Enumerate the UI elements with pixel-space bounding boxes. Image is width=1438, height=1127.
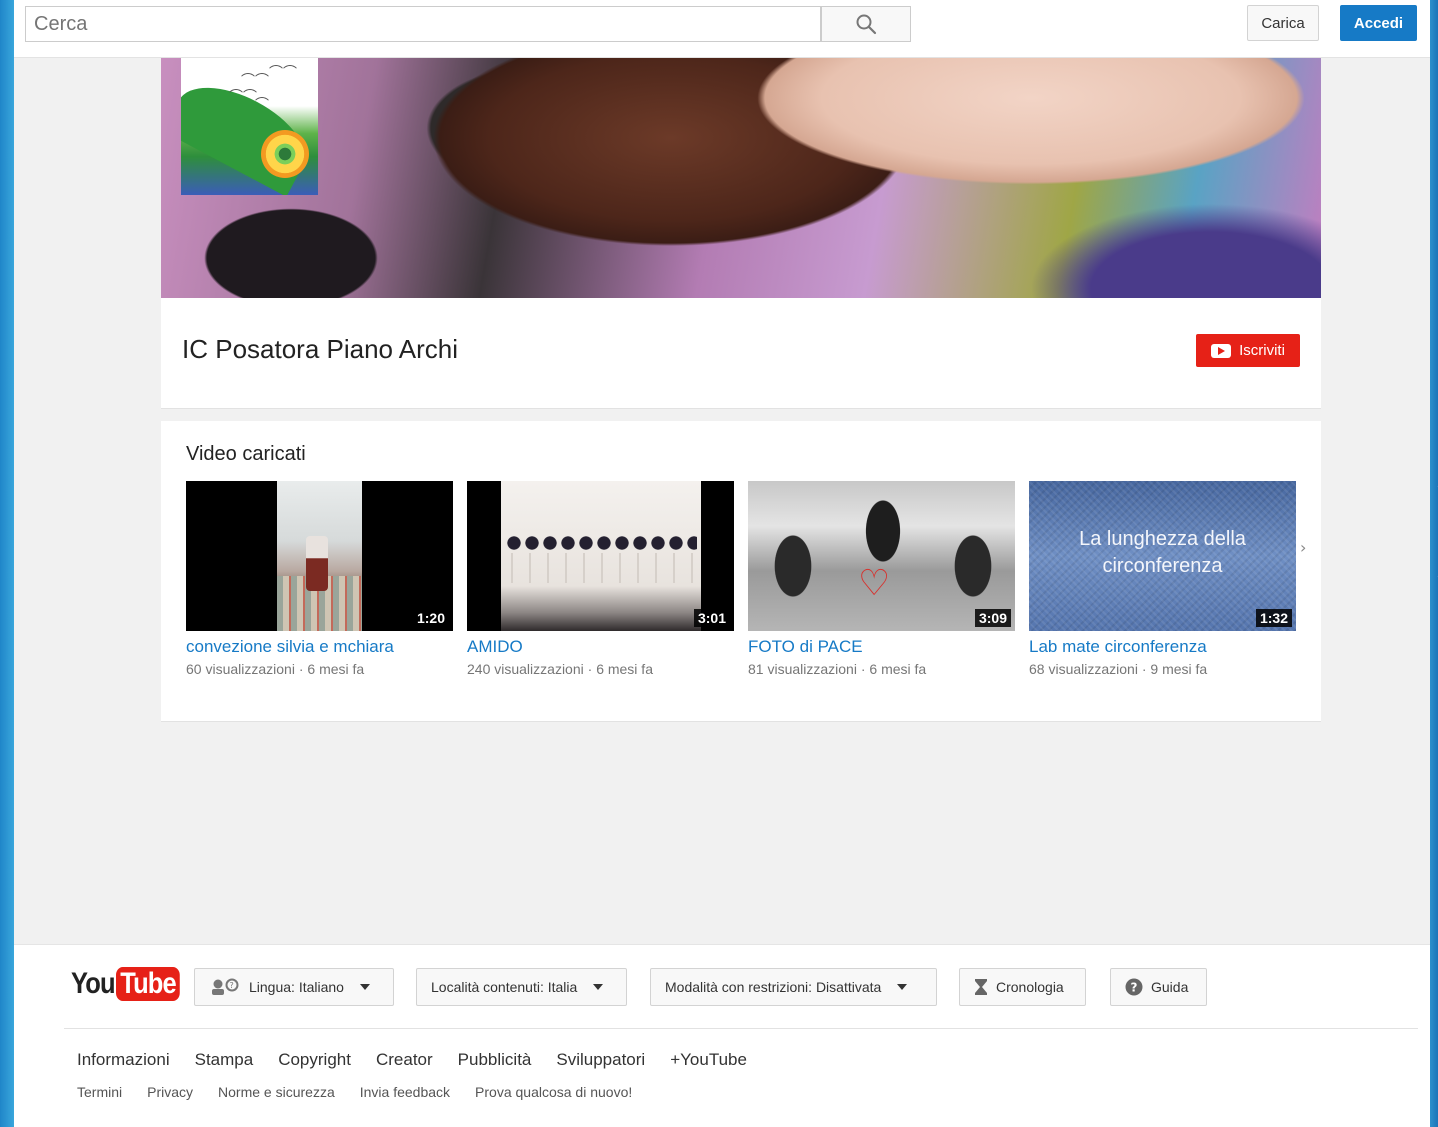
thumbnail-spoons [511, 553, 697, 583]
help-button[interactable]: ? Guida [1110, 968, 1207, 1006]
channel-logo[interactable]: ⌒⌒ ⌒⌒ ⌒⌒ ⌒ [181, 58, 318, 195]
chevron-right-icon[interactable]: › [1300, 538, 1306, 557]
subscribe-button[interactable]: Iscriviti [1196, 334, 1300, 367]
youtube-logo[interactable]: You Tube [71, 967, 192, 1001]
video-views: 60 visualizzazioni [186, 661, 295, 677]
sign-in-button[interactable]: Accedi [1340, 5, 1417, 41]
chevron-down-icon [359, 984, 370, 990]
footer-link-sviluppatori[interactable]: Sviluppatori [556, 1050, 645, 1070]
video-age: 9 mesi fa [1150, 661, 1208, 677]
youtube-play-icon [1211, 343, 1232, 358]
logo-you: You [71, 967, 116, 1000]
thumbnail-caption: La lunghezza della circonferenza [1079, 528, 1246, 577]
youtube-window: Carica Accedi ⌒⌒ ⌒⌒ ⌒⌒ ⌒ IC Posatora Pia… [14, 0, 1430, 1127]
video-age: 6 mesi fa [307, 661, 365, 677]
video-views: 240 visualizzazioni [467, 661, 584, 677]
channel-title[interactable]: IC Posatora Piano Archi [182, 334, 458, 365]
history-button[interactable]: Cronologia [959, 968, 1086, 1006]
video-thumbnail[interactable]: 1:20 [186, 481, 453, 631]
footer-link-stampa[interactable]: Stampa [195, 1050, 254, 1070]
search-input[interactable] [26, 7, 822, 41]
footer: You Tube ? Lingua: Italiano Località con… [14, 944, 1430, 1127]
chevron-down-icon [593, 984, 604, 990]
video-duration: 1:20 [412, 609, 449, 627]
video-item[interactable]: 1:20 convezione silvia e mchiara 60 visu… [186, 481, 453, 677]
masthead: Carica Accedi [14, 0, 1430, 58]
video-age: 6 mesi fa [869, 661, 927, 677]
video-thumbnail[interactable]: ♡ 3:09 [748, 481, 1015, 631]
search-box[interactable] [25, 6, 822, 42]
video-age: 6 mesi fa [596, 661, 653, 677]
language-icon: ? [212, 978, 239, 995]
search-icon [856, 14, 877, 35]
video-duration: 1:32 [1255, 609, 1292, 627]
logo-sun [261, 130, 309, 178]
location-label: Località contenuti: Italia [431, 979, 578, 995]
language-picker[interactable]: ? Lingua: Italiano [194, 968, 394, 1006]
help-label: Guida [1151, 979, 1189, 995]
subscribe-label: Iscriviti [1239, 342, 1285, 359]
footer-link-creator[interactable]: Creator [376, 1050, 433, 1070]
bird-icon: ⌒⌒ [229, 89, 257, 105]
video-meta: 240 visualizzazioni · 6 mesi fa [467, 661, 653, 677]
video-duration: 3:09 [974, 609, 1011, 627]
language-label: Lingua: Italiano [249, 979, 344, 995]
uploads-shelf: Video caricati 1:20 convezione silvia e … [161, 421, 1321, 722]
channel-banner: ⌒⌒ ⌒⌒ ⌒⌒ ⌒ [161, 58, 1321, 298]
bird-icon: ⌒ [255, 97, 269, 113]
video-title[interactable]: convezione silvia e mchiara [186, 637, 453, 657]
footer-link-prova-nuovo[interactable]: Prova qualcosa di nuovo! [475, 1084, 632, 1100]
heart-icon: ♡ [858, 563, 891, 604]
location-picker[interactable]: Località contenuti: Italia [416, 968, 627, 1006]
footer-divider [64, 1028, 1418, 1029]
footer-link-copyright[interactable]: Copyright [278, 1050, 351, 1070]
footer-secondary-links: Termini Privacy Norme e sicurezza Invia … [77, 1084, 632, 1100]
footer-link-norme[interactable]: Norme e sicurezza [218, 1084, 335, 1100]
video-duration: 3:01 [693, 609, 730, 627]
thumbnail-jar [306, 536, 328, 591]
history-label: Cronologia [996, 979, 1064, 995]
logo-tube: Tube [116, 967, 181, 1001]
video-title[interactable]: AMIDO [467, 637, 734, 657]
video-item[interactable]: ♡ 3:09 FOTO di PACE 81 visualizzazioni ·… [748, 481, 1015, 677]
channel-header: IC Posatora Piano Archi Iscriviti [161, 298, 1321, 409]
video-thumbnail[interactable]: 3:01 [467, 481, 734, 631]
upload-button[interactable]: Carica [1247, 5, 1319, 41]
video-meta: 60 visualizzazioni · 6 mesi fa [186, 661, 365, 677]
shelf-title[interactable]: Video caricati [186, 443, 306, 466]
svg-text:?: ? [230, 981, 234, 990]
video-item[interactable]: La lunghezza della circonferenza 1:32 La… [1029, 481, 1296, 677]
footer-link-feedback[interactable]: Invia feedback [360, 1084, 450, 1100]
footer-link-pubblicita[interactable]: Pubblicità [458, 1050, 532, 1070]
video-title[interactable]: FOTO di PACE [748, 637, 1015, 657]
footer-link-termini[interactable]: Termini [77, 1084, 122, 1100]
svg-text:?: ? [1131, 981, 1138, 995]
video-views: 81 visualizzazioni [748, 661, 857, 677]
video-meta: 81 visualizzazioni · 6 mesi fa [748, 661, 927, 677]
video-title[interactable]: Lab mate circonferenza [1029, 637, 1296, 657]
restricted-mode-label: Modalità con restrizioni: Disattivata [665, 979, 882, 995]
chevron-down-icon [897, 984, 908, 990]
footer-link-plus-youtube[interactable]: +YouTube [670, 1050, 747, 1070]
thumbnail-cups [507, 536, 697, 550]
footer-link-privacy[interactable]: Privacy [147, 1084, 193, 1100]
footer-link-informazioni[interactable]: Informazioni [77, 1050, 170, 1070]
search-button[interactable] [821, 6, 911, 42]
video-meta: 68 visualizzazioni · 9 mesi fa [1029, 661, 1208, 677]
video-item[interactable]: 3:01 AMIDO 240 visualizzazioni · 6 mesi … [467, 481, 734, 677]
video-views: 68 visualizzazioni [1029, 661, 1138, 677]
help-icon: ? [1125, 978, 1143, 996]
footer-primary-links: Informazioni Stampa Copyright Creator Pu… [77, 1050, 747, 1070]
bird-icon: ⌒⌒ [269, 65, 297, 81]
hourglass-icon [975, 979, 987, 995]
banner-hand-light [631, 58, 1321, 258]
video-thumbnail[interactable]: La lunghezza della circonferenza 1:32 [1029, 481, 1296, 631]
restricted-mode-picker[interactable]: Modalità con restrizioni: Disattivata [650, 968, 937, 1006]
